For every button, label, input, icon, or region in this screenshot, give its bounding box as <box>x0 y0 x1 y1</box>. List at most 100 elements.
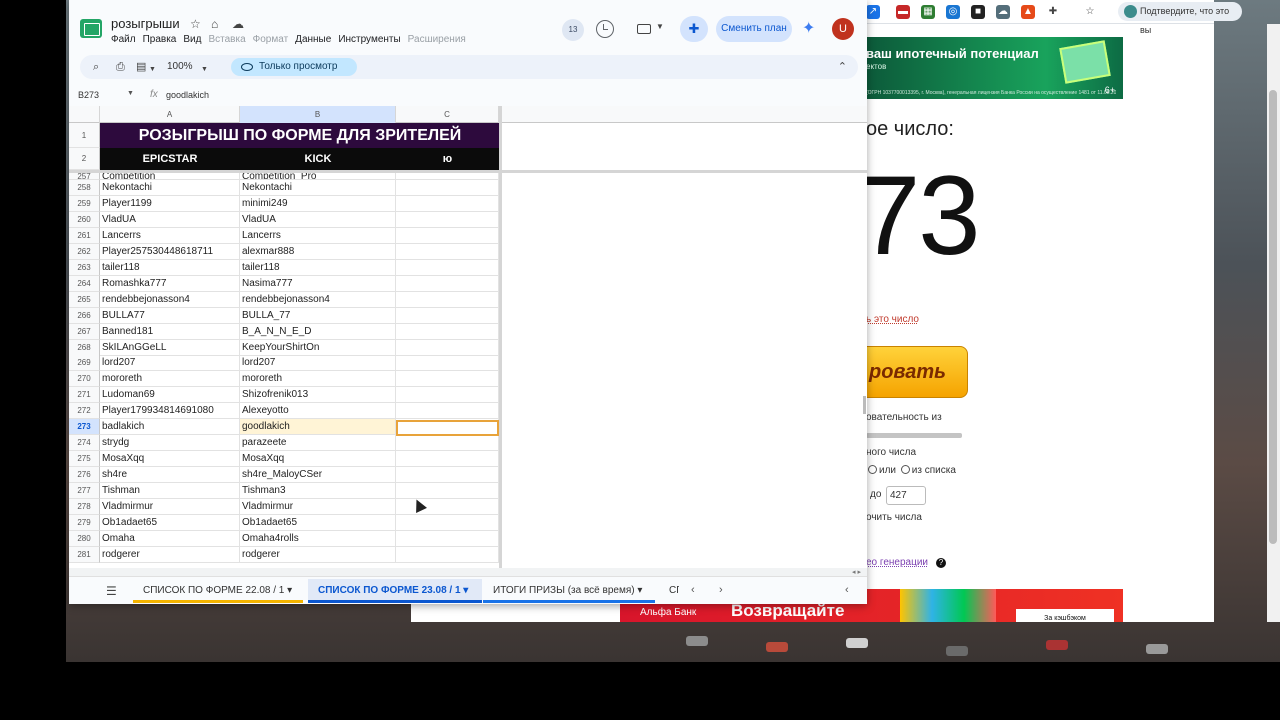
extension-icon[interactable]: ▬ <box>896 5 910 19</box>
cell-c[interactable] <box>396 291 499 308</box>
tab-sheet-4[interactable]: СГ <box>659 579 679 603</box>
tab-sheet-3[interactable]: ИТОГИ ПРИЗЫ (за всё время) ▾ <box>483 579 655 603</box>
range-max-input[interactable]: 427 <box>886 486 926 505</box>
document-title[interactable]: розыгрыши <box>111 16 180 31</box>
range-mode-radio[interactable] <box>868 465 877 474</box>
cell-kick[interactable]: VladUA <box>240 211 396 228</box>
cell-kick[interactable]: rodgerer <box>240 546 396 563</box>
tab-scroll-right-icon[interactable]: › <box>719 584 723 596</box>
cell-kick[interactable]: lord207 <box>240 355 396 372</box>
cell-c[interactable] <box>396 546 499 563</box>
cell-epicstar[interactable]: Omaha <box>100 530 240 547</box>
generate-button[interactable]: ровать <box>866 346 968 398</box>
bot-extension-icon[interactable]: ■ <box>971 5 985 19</box>
cell-epicstar[interactable]: Banned181 <box>100 323 240 340</box>
cell-epicstar[interactable]: Vladmirmur <box>100 499 240 515</box>
fox-extension-icon[interactable]: ▲ <box>1021 5 1035 19</box>
gemini-icon[interactable]: ✦ <box>802 20 815 38</box>
cell-epicstar[interactable]: MosaXqq <box>100 451 240 468</box>
zoom-chevron-icon[interactable]: ▼ <box>201 64 208 76</box>
horizontal-scrollbar[interactable]: ◂ ▸ <box>69 568 867 576</box>
chevron-up-icon[interactable]: ⌃ <box>838 60 847 73</box>
cell-c[interactable] <box>396 180 499 196</box>
cell-epicstar[interactable]: Player257530448618711 <box>100 243 240 260</box>
select-all-corner[interactable] <box>69 106 100 123</box>
cell-c[interactable] <box>396 483 499 500</box>
cell-epicstar[interactable]: tailer118 <box>100 259 240 276</box>
cell-c[interactable] <box>396 514 499 531</box>
cell-kick[interactable]: parazeete <box>240 435 396 452</box>
cell-kick[interactable]: B_A_N_N_E_D <box>240 323 396 340</box>
menu-item-4[interactable]: Формат <box>253 34 289 45</box>
cell-epicstar[interactable]: Ob1adaet65 <box>100 514 240 531</box>
menu-item-3[interactable]: Вставка <box>208 34 245 45</box>
cell-epicstar[interactable]: badlakich <box>100 419 240 436</box>
name-box[interactable]: B273 <box>78 90 99 100</box>
selected-cell-C273[interactable] <box>396 420 499 436</box>
cell-kick[interactable]: Nasima777 <box>240 275 396 292</box>
cell-kick[interactable]: Vladmirmur <box>240 499 396 515</box>
page-scrollbar[interactable] <box>1267 24 1280 622</box>
menu-item-2[interactable]: Вид <box>183 34 201 45</box>
menu-item-7[interactable]: Расширения <box>408 34 466 45</box>
cell-c[interactable] <box>396 530 499 547</box>
column-header-b[interactable]: B <box>240 106 396 123</box>
cell-kick[interactable]: sh4re_MaloyCSer <box>240 467 396 484</box>
chevron-down-icon[interactable]: ▼ <box>656 22 664 31</box>
help-icon[interactable]: ? <box>936 558 946 568</box>
cell-epicstar[interactable]: strydg <box>100 435 240 452</box>
cell-epicstar[interactable]: Competition <box>100 173 240 180</box>
view-only-button[interactable]: Только просмотр <box>231 58 357 76</box>
cell-kick[interactable]: Ob1adaet65 <box>240 514 396 531</box>
menu-item-0[interactable]: Файл <box>111 34 136 45</box>
name-box-chevron-icon[interactable]: ▼ <box>127 90 134 97</box>
cell-kick[interactable]: tailer118 <box>240 259 396 276</box>
cast-icon[interactable]: ↗ <box>866 5 880 19</box>
tab-menu-chevron-icon[interactable]: ▾ <box>461 585 468 596</box>
upgrade-plan-button[interactable]: Сменить план <box>716 16 792 42</box>
cell-c[interactable] <box>396 323 499 340</box>
sheets-extension-icon[interactable]: ▦ <box>921 5 935 19</box>
cell-c[interactable] <box>396 243 499 260</box>
share-icon[interactable]: ✚ <box>680 16 708 42</box>
column-header-c[interactable]: C <box>396 106 499 123</box>
cell-kick[interactable]: KeepYourShirtOn <box>240 339 396 356</box>
cell-kick[interactable]: alexmar888 <box>240 243 396 260</box>
tab-sheet-2[interactable]: СПИСОК ПО ФОРМЕ 23.08 / 1 ▾ <box>308 579 482 603</box>
cell-kick[interactable]: Competition_Pro <box>240 173 396 180</box>
tab-menu-chevron-icon[interactable]: ▾ <box>284 585 292 596</box>
cell-c[interactable] <box>396 275 499 292</box>
tab-sheet-1[interactable]: СПИСОК ПО ФОРМЕ 22.08 / 1 ▾ <box>133 579 303 603</box>
cell-epicstar[interactable]: Player179934814691080 <box>100 403 240 420</box>
cell-epicstar[interactable]: Lancerrs <box>100 227 240 244</box>
cell-c[interactable] <box>396 339 499 356</box>
cell-epicstar[interactable]: BULLA77 <box>100 307 240 324</box>
cell-epicstar[interactable]: lord207 <box>100 355 240 372</box>
cell-kick[interactable]: mororeth <box>240 371 396 388</box>
cell-kick[interactable]: Alexeyotto <box>240 403 396 420</box>
verify-identity-button[interactable]: Подтвердите, что это вы <box>1118 2 1242 35</box>
cell-c[interactable] <box>396 173 499 180</box>
print-icon[interactable]: ⎙ <box>116 61 125 73</box>
cell-c[interactable] <box>396 227 499 244</box>
list-mode-radio[interactable] <box>900 465 910 474</box>
cell-kick[interactable]: Shizofrenik013 <box>240 387 396 404</box>
cell-epicstar[interactable]: rendebbejonasson4 <box>100 291 240 308</box>
shield-extension-icon[interactable]: ◎ <box>946 5 960 19</box>
cloud-extension-icon[interactable]: ☁ <box>996 5 1010 19</box>
cell-kick[interactable]: MosaXqq <box>240 451 396 468</box>
chevron-down-icon[interactable]: ▼ <box>149 64 156 76</box>
cell-epicstar[interactable]: Romashka777 <box>100 275 240 292</box>
cell-c[interactable] <box>396 307 499 324</box>
menu-item-1[interactable]: Правка <box>143 34 177 45</box>
avatar[interactable]: U <box>832 18 854 40</box>
cell-c[interactable] <box>396 259 499 276</box>
cell-epicstar[interactable]: Ludoman69 <box>100 387 240 404</box>
mortgage-ad-banner[interactable]: ваш ипотечный потенциал ектов (ОГРН 1037… <box>866 37 1123 99</box>
tab-menu-chevron-icon[interactable]: ▾ <box>635 585 642 596</box>
cell-epicstar[interactable]: Nekontachi <box>100 180 240 196</box>
cell-kick[interactable]: rendebbejonasson4 <box>240 291 396 308</box>
cell-c[interactable] <box>396 403 499 420</box>
cloud-status-icon[interactable]: ☁ <box>232 17 244 31</box>
cell-kick[interactable]: BULLA_77 <box>240 307 396 324</box>
